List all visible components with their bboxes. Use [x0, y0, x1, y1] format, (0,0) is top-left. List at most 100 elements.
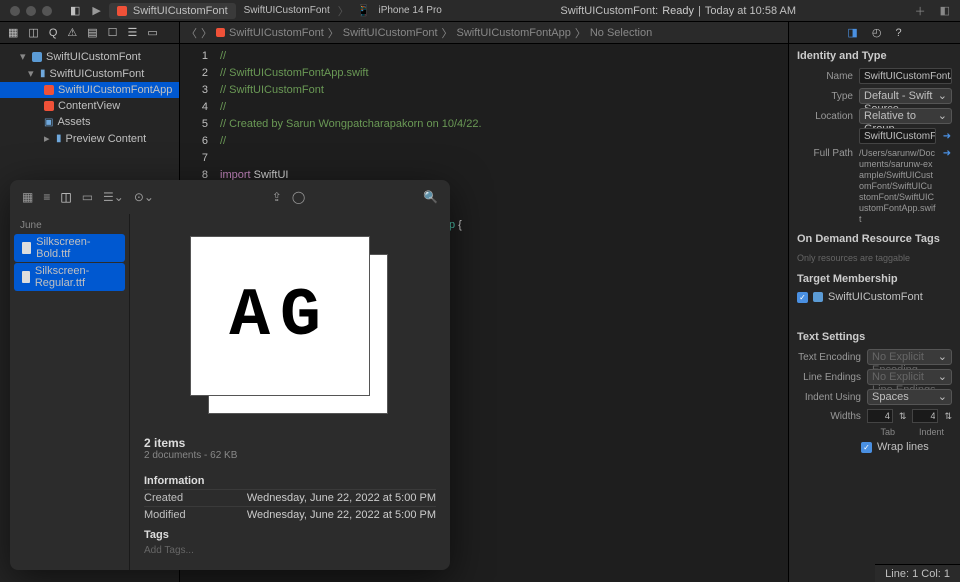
tree-group[interactable]: ▾ ▮ SwiftUICustomFont: [0, 65, 179, 82]
reveal-icon[interactable]: ➜: [942, 131, 952, 141]
tree-item-label: SwiftUICustomFontApp: [58, 84, 172, 96]
nav-reports-icon[interactable]: ▭: [147, 26, 157, 39]
type-select[interactable]: Default - Swift Source⌄: [859, 88, 952, 104]
bc-item[interactable]: SwiftUICustomFont: [229, 27, 324, 39]
name-field[interactable]: SwiftUICustomFontApp.swift: [859, 68, 952, 84]
tree-root-label: SwiftUICustomFont: [46, 51, 141, 63]
inspector-tabs: ◨ ◴ ?: [789, 22, 960, 44]
swift-file-icon: [44, 101, 54, 111]
code-line[interactable]: // Created by Sarun Wongpatcharapakorn o…: [220, 116, 482, 133]
code-line[interactable]: // SwiftUICustomFont: [220, 82, 482, 99]
modified-label: Modified: [144, 509, 186, 521]
traffic-lights: [0, 6, 62, 16]
minimize-dot[interactable]: [26, 6, 36, 16]
run-icon[interactable]: ▶: [92, 4, 100, 17]
swift-icon: [117, 6, 127, 16]
code-line[interactable]: //: [220, 99, 482, 116]
tree-item-assets[interactable]: ▣ Assets: [0, 114, 179, 130]
build-status: SwiftUICustomFont: Ready | Today at 10:5…: [560, 5, 796, 17]
share-icon[interactable]: ⇪: [272, 190, 282, 204]
file-inspector-tab[interactable]: ◨: [847, 26, 857, 39]
tree-item-label: Preview Content: [66, 133, 147, 145]
help-inspector-tab[interactable]: ?: [895, 27, 901, 39]
bc-device-1[interactable]: SwiftUICustomFont: [244, 5, 330, 16]
tree-item-app[interactable]: SwiftUICustomFontApp: [0, 82, 179, 98]
tree-item-label: ContentView: [58, 100, 120, 112]
tree-root[interactable]: ▾ SwiftUICustomFont: [0, 48, 179, 65]
add-button[interactable]: ＋: [915, 3, 926, 19]
library-icon[interactable]: ◧: [940, 4, 950, 17]
preview-thumbnail: AG: [190, 236, 390, 416]
gallery-view-icon[interactable]: ▭: [82, 190, 93, 204]
location-select[interactable]: Relative to Group⌄: [859, 108, 952, 124]
nav-debug-icon[interactable]: ☐: [108, 26, 118, 39]
name-label: Name: [797, 71, 853, 82]
tree-item-preview[interactable]: ▸ ▮ Preview Content: [0, 130, 179, 147]
bc-item[interactable]: No Selection: [590, 27, 652, 39]
indent-select[interactable]: Spaces⌄: [867, 389, 952, 405]
project-icon: [32, 52, 42, 62]
forward-icon[interactable]: 〉: [201, 25, 212, 41]
nav-scm-icon[interactable]: ◫: [28, 26, 38, 39]
back-icon[interactable]: 〈: [186, 25, 197, 41]
item-count: 2 items: [144, 436, 436, 450]
reveal-icon[interactable]: ➜: [942, 148, 952, 158]
bc-item[interactable]: SwiftUICustomFontApp: [457, 27, 571, 39]
finder-file-row[interactable]: Silkscreen-Regular.ttf: [14, 263, 125, 291]
tree-item-label: Assets: [57, 116, 90, 128]
zoom-dot[interactable]: [42, 6, 52, 16]
code-line[interactable]: //: [220, 133, 482, 150]
tree-item-contentview[interactable]: ContentView: [0, 98, 179, 114]
finder-file-row[interactable]: Silkscreen-Bold.ttf: [14, 234, 125, 262]
nav-breakpoints-icon[interactable]: ☰: [128, 26, 138, 39]
modified-value: Wednesday, June 22, 2022 at 5:00 PM: [247, 509, 436, 521]
code-line[interactable]: [220, 150, 482, 167]
bc-phone-icon: 📱: [357, 4, 371, 17]
indent-width-input[interactable]: [912, 409, 938, 423]
tag-icon[interactable]: ◯: [292, 190, 305, 204]
target-membership-row[interactable]: ✓ SwiftUICustomFont: [789, 289, 960, 305]
fullpath-label: Full Path: [797, 148, 853, 159]
window-toolbar: ◧ ▶ SwiftUICustomFont SwiftUICustomFont …: [0, 0, 960, 22]
code-line[interactable]: // SwiftUICustomFontApp.swift: [220, 65, 482, 82]
indent-sublabel: Indent: [919, 427, 944, 437]
swift-file-icon: [44, 85, 54, 95]
font-glyphs: AG: [229, 278, 331, 355]
add-tags-field[interactable]: Add Tags...: [144, 543, 436, 556]
scheme-tab[interactable]: SwiftUICustomFont: [109, 3, 236, 19]
wrap-checkbox[interactable]: ✓: [861, 442, 872, 453]
nav-symbols-icon[interactable]: Q: [49, 27, 58, 39]
section-ondemand: On Demand Resource Tags: [789, 227, 960, 249]
target-checkbox[interactable]: ✓: [797, 292, 808, 303]
nav-tests-icon[interactable]: ▤: [87, 26, 97, 39]
bc-device-2[interactable]: iPhone 14 Pro: [378, 5, 441, 16]
item-summary: 2 documents - 62 KB: [144, 450, 436, 461]
finder-preview-pane: AG 2 items 2 documents - 62 KB Informati…: [130, 214, 450, 570]
sidebar-toggle-icon[interactable]: ◧: [70, 4, 80, 17]
assets-icon: ▣: [44, 117, 53, 128]
lineendings-select[interactable]: No Explicit Line Endings⌄: [867, 369, 952, 385]
list-view-icon[interactable]: ≡: [43, 190, 50, 204]
nav-find-icon[interactable]: ⚠: [67, 26, 77, 39]
close-dot[interactable]: [10, 6, 20, 16]
code-line[interactable]: //: [220, 48, 482, 65]
jump-bar[interactable]: 〈 〉 SwiftUICustomFont 〉 SwiftUICustomFon…: [180, 22, 788, 44]
lineendings-label: Line Endings: [797, 372, 861, 383]
section-text: Text Settings: [789, 325, 960, 347]
group-icon[interactable]: ☰⌄: [103, 190, 124, 204]
type-label: Type: [797, 91, 853, 102]
finder-column: June Silkscreen-Bold.ttf Silkscreen-Regu…: [10, 214, 130, 570]
folder-icon: ▮: [40, 68, 46, 79]
created-label: Created: [144, 492, 183, 504]
action-icon[interactable]: ⊙⌄: [134, 190, 154, 204]
encoding-select[interactable]: No Explicit Encoding⌄: [867, 349, 952, 365]
column-view-icon[interactable]: ◫: [60, 190, 71, 204]
tab-width-input[interactable]: [867, 409, 893, 423]
file-name: Silkscreen-Bold.ttf: [36, 236, 117, 260]
history-inspector-tab[interactable]: ◴: [872, 26, 882, 39]
nav-files-icon[interactable]: ▦: [8, 26, 18, 39]
icon-view-icon[interactable]: ▦: [22, 190, 33, 204]
font-file-icon: [22, 271, 30, 283]
search-icon[interactable]: 🔍: [423, 190, 438, 204]
bc-item[interactable]: SwiftUICustomFont: [343, 27, 438, 39]
